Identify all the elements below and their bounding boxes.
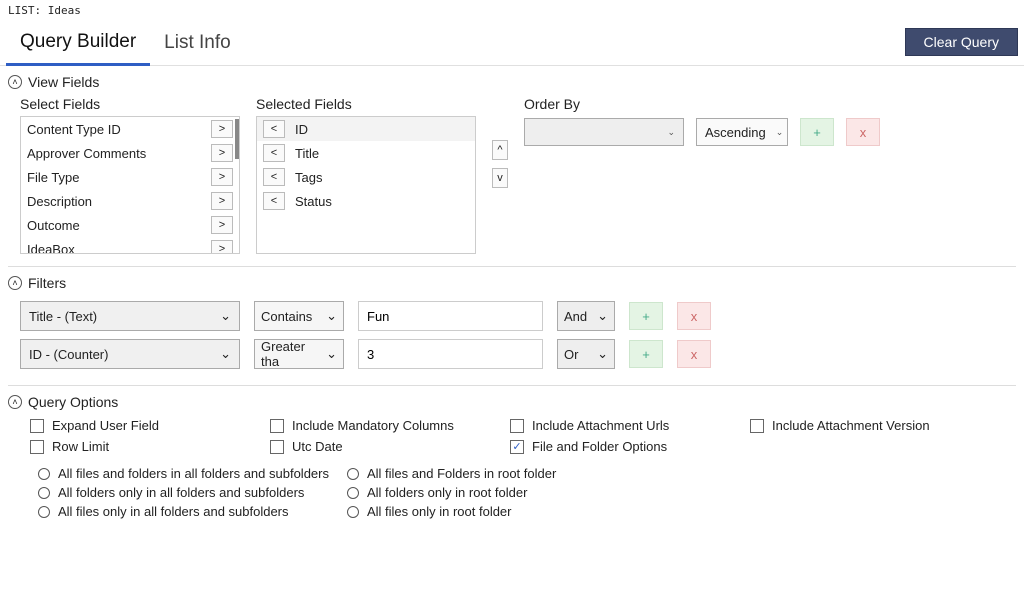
select-fields-label: Select Fields xyxy=(20,96,240,112)
filter-value-input[interactable] xyxy=(358,339,543,369)
remove-field-button[interactable]: < xyxy=(263,168,285,186)
remove-orderby-button[interactable]: x xyxy=(846,118,880,146)
radio-all-folders-recursive[interactable] xyxy=(38,487,50,499)
list-item[interactable]: File Type> xyxy=(21,165,239,189)
remove-field-button[interactable]: < xyxy=(263,120,285,138)
section-filters: ˄ Filters Title - (Text)⌄ Contains⌄ And⌄… xyxy=(0,267,1024,379)
order-by-label: Order By xyxy=(524,96,1016,112)
add-orderby-button[interactable]: + xyxy=(800,118,834,146)
checkbox-include-attachment-urls[interactable] xyxy=(510,419,524,433)
chevron-down-icon: ⌄ xyxy=(220,308,231,324)
checkbox-include-attachment-version[interactable] xyxy=(750,419,764,433)
section-title: Filters xyxy=(28,275,66,291)
tab-query-builder[interactable]: Query Builder xyxy=(6,25,150,66)
chevron-down-icon: ⌄ xyxy=(326,308,337,324)
radio-all-files-folders-recursive[interactable] xyxy=(38,468,50,480)
chevron-down-icon: ⌄ xyxy=(776,127,784,138)
checkbox-include-mandatory[interactable] xyxy=(270,419,284,433)
filter-field-select[interactable]: Title - (Text)⌄ xyxy=(20,301,240,331)
list-item[interactable]: IdeaBox> xyxy=(21,237,239,254)
add-field-button[interactable]: > xyxy=(211,168,233,186)
add-field-button[interactable]: > xyxy=(211,192,233,210)
section-query-options: ˄ Query Options Expand User Field Includ… xyxy=(0,386,1024,525)
add-field-button[interactable]: > xyxy=(211,240,233,254)
radio-all-folders-root[interactable] xyxy=(347,487,359,499)
selected-fields-list: <ID <Title <Tags <Status xyxy=(256,116,476,254)
add-field-button[interactable]: > xyxy=(211,120,233,138)
remove-filter-button[interactable]: x xyxy=(677,302,711,330)
chevron-up-icon[interactable]: ˄ xyxy=(8,75,22,89)
chevron-down-icon: ⌄ xyxy=(326,346,337,362)
list-item[interactable]: <Tags xyxy=(257,165,475,189)
checkbox-row-limit[interactable] xyxy=(30,440,44,454)
move-up-button[interactable]: ^ xyxy=(492,140,508,160)
checkbox-file-folder-options[interactable] xyxy=(510,440,524,454)
checkbox-utc-date[interactable] xyxy=(270,440,284,454)
file-folder-options-group: All files and folders in all folders and… xyxy=(8,454,1016,519)
chevron-up-icon[interactable]: ˄ xyxy=(8,276,22,290)
chevron-down-icon: ⌄ xyxy=(597,346,608,362)
section-view-fields: ˄ View Fields Select Fields Content Type… xyxy=(0,66,1024,260)
list-item[interactable]: Content Type ID> xyxy=(21,117,239,141)
filter-conjunction-select[interactable]: And⌄ xyxy=(557,301,615,331)
breadcrumb: LIST: Ideas xyxy=(0,0,1024,21)
chevron-down-icon: ⌄ xyxy=(667,127,675,138)
chevron-down-icon: ⌄ xyxy=(220,346,231,362)
add-filter-button[interactable]: + xyxy=(629,302,663,330)
filter-row: ID - (Counter)⌄ Greater tha⌄ Or⌄ + x xyxy=(8,335,1016,373)
filter-operator-select[interactable]: Greater tha⌄ xyxy=(254,339,344,369)
remove-filter-button[interactable]: x xyxy=(677,340,711,368)
list-item[interactable]: <Title xyxy=(257,141,475,165)
filter-operator-select[interactable]: Contains⌄ xyxy=(254,301,344,331)
filter-row: Title - (Text)⌄ Contains⌄ And⌄ + x xyxy=(8,297,1016,335)
remove-field-button[interactable]: < xyxy=(263,144,285,162)
available-fields-list: Content Type ID> Approver Comments> File… xyxy=(20,116,240,254)
clear-query-button[interactable]: Clear Query xyxy=(905,28,1018,56)
list-item[interactable]: Description> xyxy=(21,189,239,213)
remove-field-button[interactable]: < xyxy=(263,192,285,210)
radio-all-files-root[interactable] xyxy=(347,506,359,518)
tab-list-info[interactable]: List Info xyxy=(150,26,245,64)
add-field-button[interactable]: > xyxy=(211,216,233,234)
selected-fields-label: Selected Fields xyxy=(256,96,476,112)
add-field-button[interactable]: > xyxy=(211,144,233,162)
section-title: Query Options xyxy=(28,394,118,410)
filter-value-input[interactable] xyxy=(358,301,543,331)
list-item[interactable]: Approver Comments> xyxy=(21,141,239,165)
list-item[interactable]: Outcome> xyxy=(21,213,239,237)
breadcrumb-prefix: LIST: xyxy=(8,4,41,17)
radio-all-files-recursive[interactable] xyxy=(38,506,50,518)
list-item[interactable]: <Status xyxy=(257,189,475,213)
chevron-up-icon[interactable]: ˄ xyxy=(8,395,22,409)
checkbox-expand-user-field[interactable] xyxy=(30,419,44,433)
add-filter-button[interactable]: + xyxy=(629,340,663,368)
list-item[interactable]: <ID xyxy=(257,117,475,141)
section-title: View Fields xyxy=(28,74,99,90)
tab-bar: Query Builder List Info Clear Query xyxy=(0,25,1024,66)
breadcrumb-list-name: Ideas xyxy=(48,4,81,17)
chevron-down-icon: ⌄ xyxy=(597,308,608,324)
filter-field-select[interactable]: ID - (Counter)⌄ xyxy=(20,339,240,369)
filter-conjunction-select[interactable]: Or⌄ xyxy=(557,339,615,369)
order-by-field-select[interactable]: ⌄ xyxy=(524,118,684,146)
radio-all-files-folders-root[interactable] xyxy=(347,468,359,480)
move-down-button[interactable]: v xyxy=(492,168,508,188)
order-by-direction-select[interactable]: Ascending⌄ xyxy=(696,118,788,146)
